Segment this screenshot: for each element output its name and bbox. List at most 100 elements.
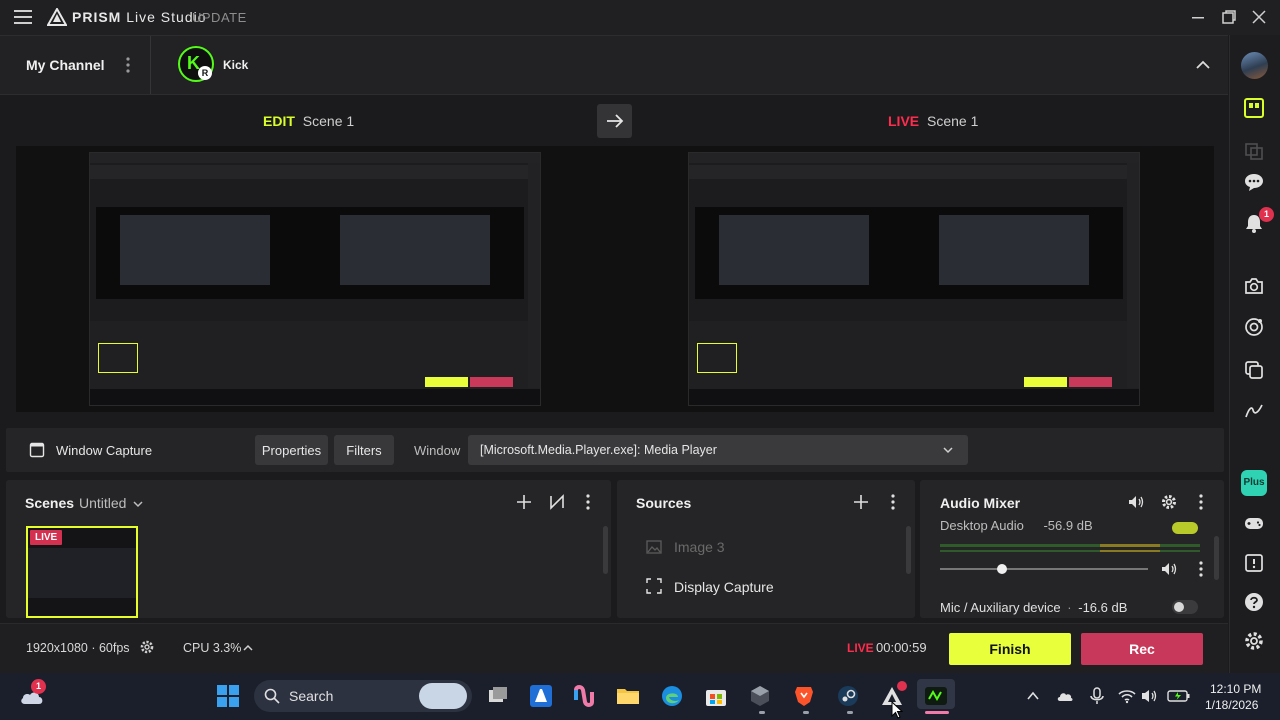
chat-icon[interactable]: [1243, 171, 1265, 193]
channel-name[interactable]: Kick: [223, 58, 248, 72]
live-indicator: LIVE: [847, 641, 874, 655]
live-scene-header: LIVE Scene 1: [888, 113, 978, 129]
settings-gear-icon[interactable]: [1243, 630, 1265, 652]
speaker-icon[interactable]: [1127, 493, 1145, 511]
right-sidebar: [1229, 35, 1280, 673]
live-scene-name: Scene 1: [927, 113, 979, 129]
add-source-icon[interactable]: [852, 493, 870, 511]
toggle-knob: [1174, 602, 1184, 612]
transition-button[interactable]: [597, 104, 632, 138]
microsoft-store-icon[interactable]: [704, 684, 728, 708]
preview-nested-rec: [470, 377, 513, 387]
finish-button[interactable]: Finish: [949, 633, 1071, 665]
virtual-camera-icon[interactable]: [1243, 316, 1265, 338]
help-icon[interactable]: [1243, 591, 1265, 613]
task-view-icon[interactable]: [486, 684, 510, 708]
notification-badge: 1: [1259, 207, 1274, 222]
preview-nested-scene-thumb: [98, 343, 138, 373]
windows-start-icon[interactable]: [216, 684, 240, 708]
onedrive-icon[interactable]: [1056, 687, 1074, 705]
chevron-down-icon: [132, 498, 144, 510]
minimize-icon[interactable]: [1189, 8, 1207, 26]
steam-icon[interactable]: [836, 684, 860, 708]
divider: [150, 36, 151, 94]
filters-button[interactable]: Filters: [334, 435, 394, 465]
microphone-icon[interactable]: [1089, 687, 1105, 705]
scene-collection-select[interactable]: Untitled: [79, 495, 144, 511]
close-icon[interactable]: [1250, 8, 1268, 26]
sources-scrollbar[interactable]: [906, 526, 911, 574]
scene-transition-icon[interactable]: [548, 493, 566, 511]
chevron-up-icon[interactable]: [242, 642, 254, 654]
update-link[interactable]: UPDATE: [192, 10, 247, 25]
source-item-label: Image 3: [674, 539, 725, 555]
user-avatar[interactable]: [1241, 52, 1268, 79]
output-settings-gear-icon[interactable]: [139, 639, 155, 655]
camera-icon[interactable]: [1243, 275, 1265, 297]
preview-nested-channelbar: [689, 165, 1139, 179]
azure-app-icon[interactable]: [529, 684, 553, 708]
preview-nested-taskbar: [90, 389, 540, 405]
selected-source-name: Window Capture: [56, 443, 153, 458]
restore-icon[interactable]: [1220, 8, 1238, 26]
running-indicator: [759, 711, 765, 714]
layout-icon[interactable]: [1243, 97, 1265, 119]
scenes-scrollbar[interactable]: [603, 526, 608, 574]
gear-icon[interactable]: [1160, 493, 1178, 511]
edit-preview[interactable]: [89, 152, 541, 406]
clock-time[interactable]: 12:10 PM: [1210, 682, 1261, 696]
search-placeholder: Search: [289, 688, 334, 704]
volume-slider-knob[interactable]: [997, 564, 1008, 574]
drawing-icon[interactable]: [1243, 400, 1265, 422]
sources-more-icon[interactable]: [884, 493, 902, 511]
chevron-up-icon[interactable]: [1194, 56, 1212, 74]
file-explorer-icon[interactable]: [616, 684, 640, 708]
battery-icon[interactable]: [1167, 688, 1191, 704]
gamepad-icon[interactable]: [1243, 512, 1265, 534]
desktop-audio-speaker-icon[interactable]: [1160, 560, 1178, 578]
windows-taskbar: [0, 673, 1280, 720]
preview-nested-live-view: [340, 215, 490, 285]
edge-browser-icon[interactable]: [660, 684, 684, 708]
scene-templates-icon[interactable]: [1243, 359, 1265, 381]
scene-thumbnail[interactable]: LIVE: [26, 526, 138, 618]
wifi-icon[interactable]: [1118, 688, 1136, 704]
add-scene-icon[interactable]: [515, 493, 533, 511]
search-icon: [264, 688, 280, 704]
plus-badge[interactable]: Plus: [1241, 470, 1267, 496]
unity-app-icon[interactable]: [748, 684, 772, 708]
mixer-scrollbar[interactable]: [1214, 536, 1219, 580]
kick-channel-avatar[interactable]: K R: [178, 46, 214, 82]
desktop-audio-volume-slider[interactable]: [940, 564, 1148, 574]
alert-icon[interactable]: [1243, 552, 1265, 574]
live-preview[interactable]: [688, 152, 1140, 406]
scene-collection-name: Untitled: [79, 495, 127, 511]
brave-browser-icon[interactable]: [792, 684, 816, 708]
multi-view-icon[interactable]: [1243, 139, 1265, 161]
hamburger-menu-icon[interactable]: [14, 9, 32, 25]
copilot-icon[interactable]: [572, 684, 596, 708]
meter-warning-zone: [1100, 550, 1160, 552]
channel-more-icon[interactable]: [122, 56, 134, 74]
preview-nested-edit-view: [120, 215, 270, 285]
source-item[interactable]: Image 3: [617, 532, 907, 562]
mic-audio-toggle[interactable]: [1172, 600, 1198, 614]
mixer-more-icon[interactable]: [1192, 493, 1210, 511]
desktop-audio-toggle[interactable]: [1172, 522, 1198, 534]
search-highlight-image: [419, 683, 467, 709]
game-app-icon[interactable]: [924, 684, 948, 708]
taskbar-search[interactable]: Search: [254, 680, 472, 712]
desktop-audio-more-icon[interactable]: [1192, 560, 1210, 578]
my-channel-label[interactable]: My Channel: [26, 57, 105, 73]
scenes-more-icon[interactable]: [579, 493, 597, 511]
source-item[interactable]: Display Capture: [617, 572, 907, 602]
scenes-panel: Scenes Untitled LIVE: [6, 480, 611, 618]
desktop-audio-meter: [940, 550, 1200, 552]
audio-mixer-panel: Audio Mixer Desktop Audio -56.9 dB Mic /…: [920, 480, 1224, 618]
chevron-up-icon[interactable]: [1026, 689, 1040, 703]
rec-button[interactable]: Rec: [1081, 633, 1203, 665]
volume-icon[interactable]: [1141, 688, 1159, 704]
properties-button[interactable]: Properties: [255, 435, 328, 465]
window-select[interactable]: [Microsoft.Media.Player.exe]: Media Play…: [468, 435, 968, 465]
clock-date[interactable]: 1/18/2026: [1205, 698, 1258, 712]
